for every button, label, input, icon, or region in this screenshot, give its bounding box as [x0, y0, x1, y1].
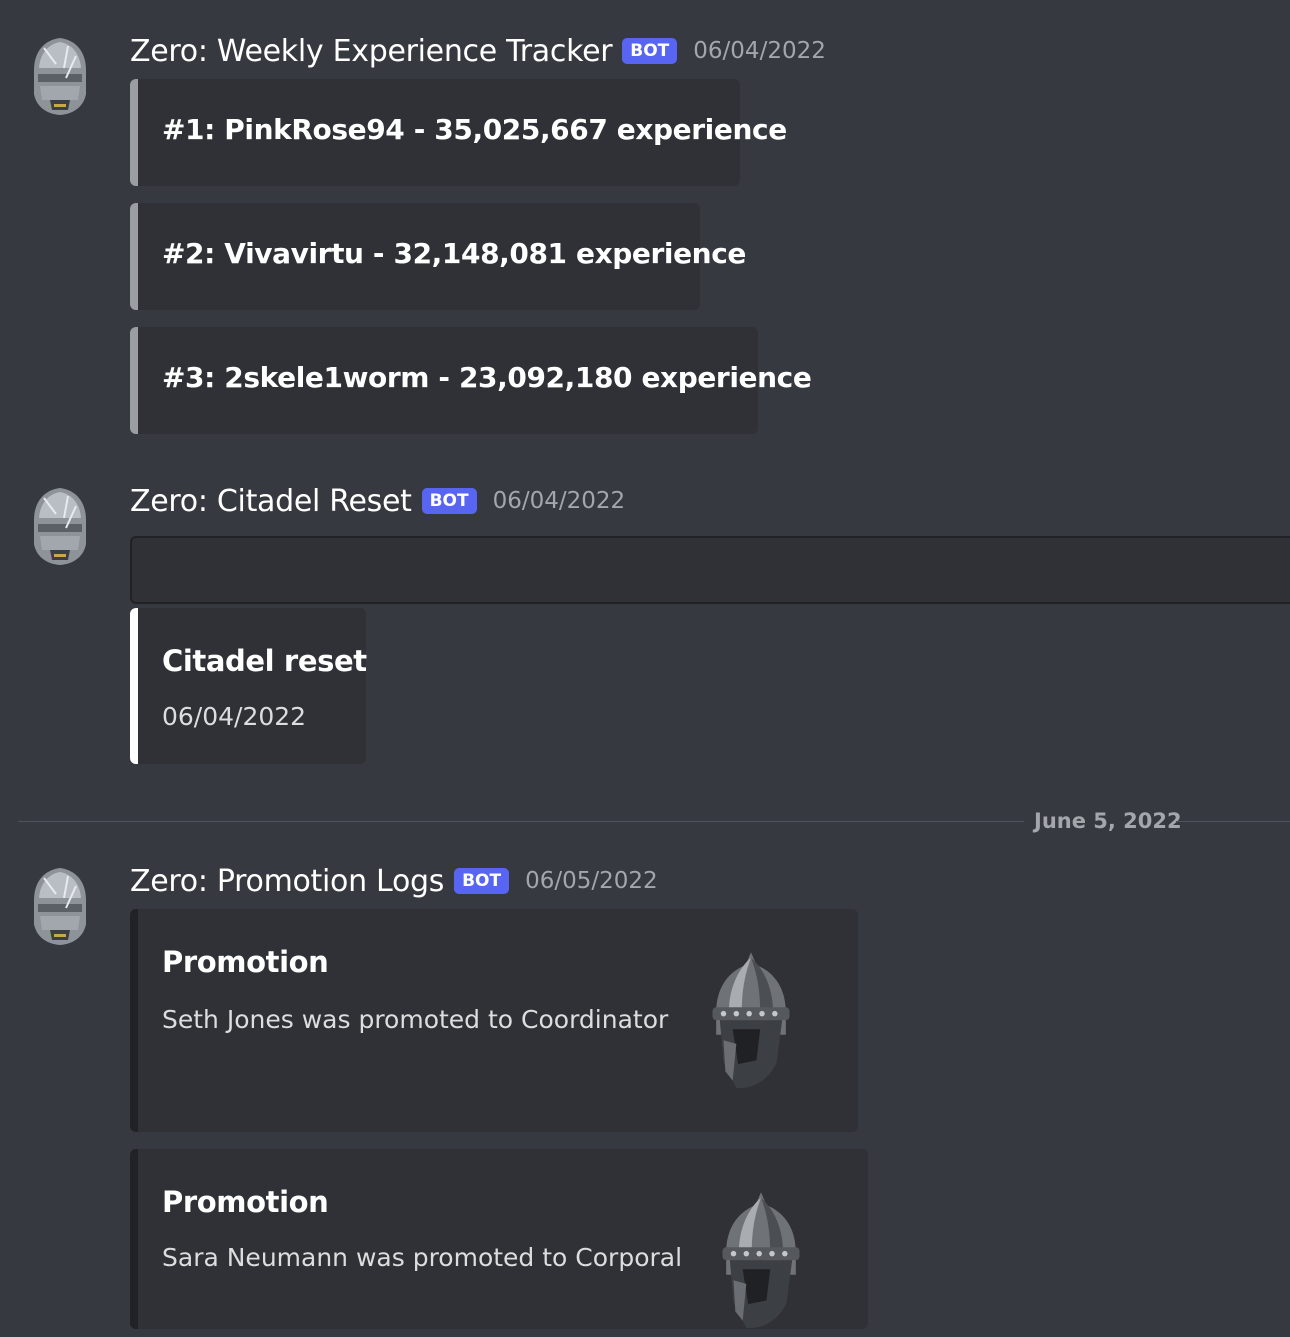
bot-avatar[interactable] — [26, 484, 94, 566]
leaderboard-entry: #2: Vivavirtu - 32,148,081 experience — [162, 237, 746, 270]
timestamp[interactable]: 06/04/2022 — [493, 488, 626, 514]
embed-card: #2: Vivavirtu - 32,148,081 experience — [130, 203, 746, 310]
date-divider: June 5, 2022 — [1034, 809, 1182, 833]
leaderboard-entry: #3: 2skele1worm - 23,092,180 experience — [162, 361, 812, 394]
author-name[interactable]: Zero: Citadel Reset — [130, 484, 412, 519]
message-header: Zero: Citadel Reset BOT 06/04/2022 — [130, 480, 625, 522]
embed-card: Promotion Sara Neumann was promoted to C… — [130, 1149, 868, 1329]
embed-description: Seth Jones was promoted to Coordinator — [162, 1005, 669, 1034]
timestamp[interactable]: 06/05/2022 — [525, 868, 658, 894]
timestamp[interactable]: 06/04/2022 — [693, 38, 826, 64]
bot-badge: BOT — [454, 868, 510, 894]
embed-description: 06/04/2022 — [162, 702, 307, 731]
embed-title: Citadel reset — [162, 644, 367, 678]
embed-card: Promotion Seth Jones was promoted to Coo… — [130, 909, 858, 1132]
embed-card: #1: PinkRose94 - 35,025,667 experience — [130, 79, 787, 186]
author-name[interactable]: Zero: Weekly Experience Tracker — [130, 34, 613, 69]
message-header: Zero: Promotion Logs BOT 06/05/2022 — [130, 860, 658, 902]
leaderboard-entry: #1: PinkRose94 - 35,025,667 experience — [162, 113, 787, 146]
bot-avatar[interactable] — [26, 864, 94, 946]
bot-badge: BOT — [622, 38, 678, 64]
empty-embed-bar — [130, 536, 1290, 604]
embed-card: Citadel reset 06/04/2022 — [130, 608, 367, 764]
date-divider-line — [18, 821, 1024, 822]
helmet-icon[interactable] — [706, 1185, 816, 1337]
date-divider-line — [1176, 821, 1290, 822]
bot-badge: BOT — [421, 488, 477, 514]
bot-avatar[interactable] — [26, 34, 94, 116]
message-header: Zero: Weekly Experience Tracker BOT 06/0… — [130, 30, 826, 72]
embed-description: Sara Neumann was promoted to Corporal — [162, 1243, 683, 1272]
author-name[interactable]: Zero: Promotion Logs — [130, 864, 444, 899]
embed-card: #3: 2skele1worm - 23,092,180 experience — [130, 327, 812, 434]
helmet-icon[interactable] — [696, 945, 806, 1097]
embed-title: Promotion — [162, 1185, 329, 1219]
embed-title: Promotion — [162, 945, 329, 979]
